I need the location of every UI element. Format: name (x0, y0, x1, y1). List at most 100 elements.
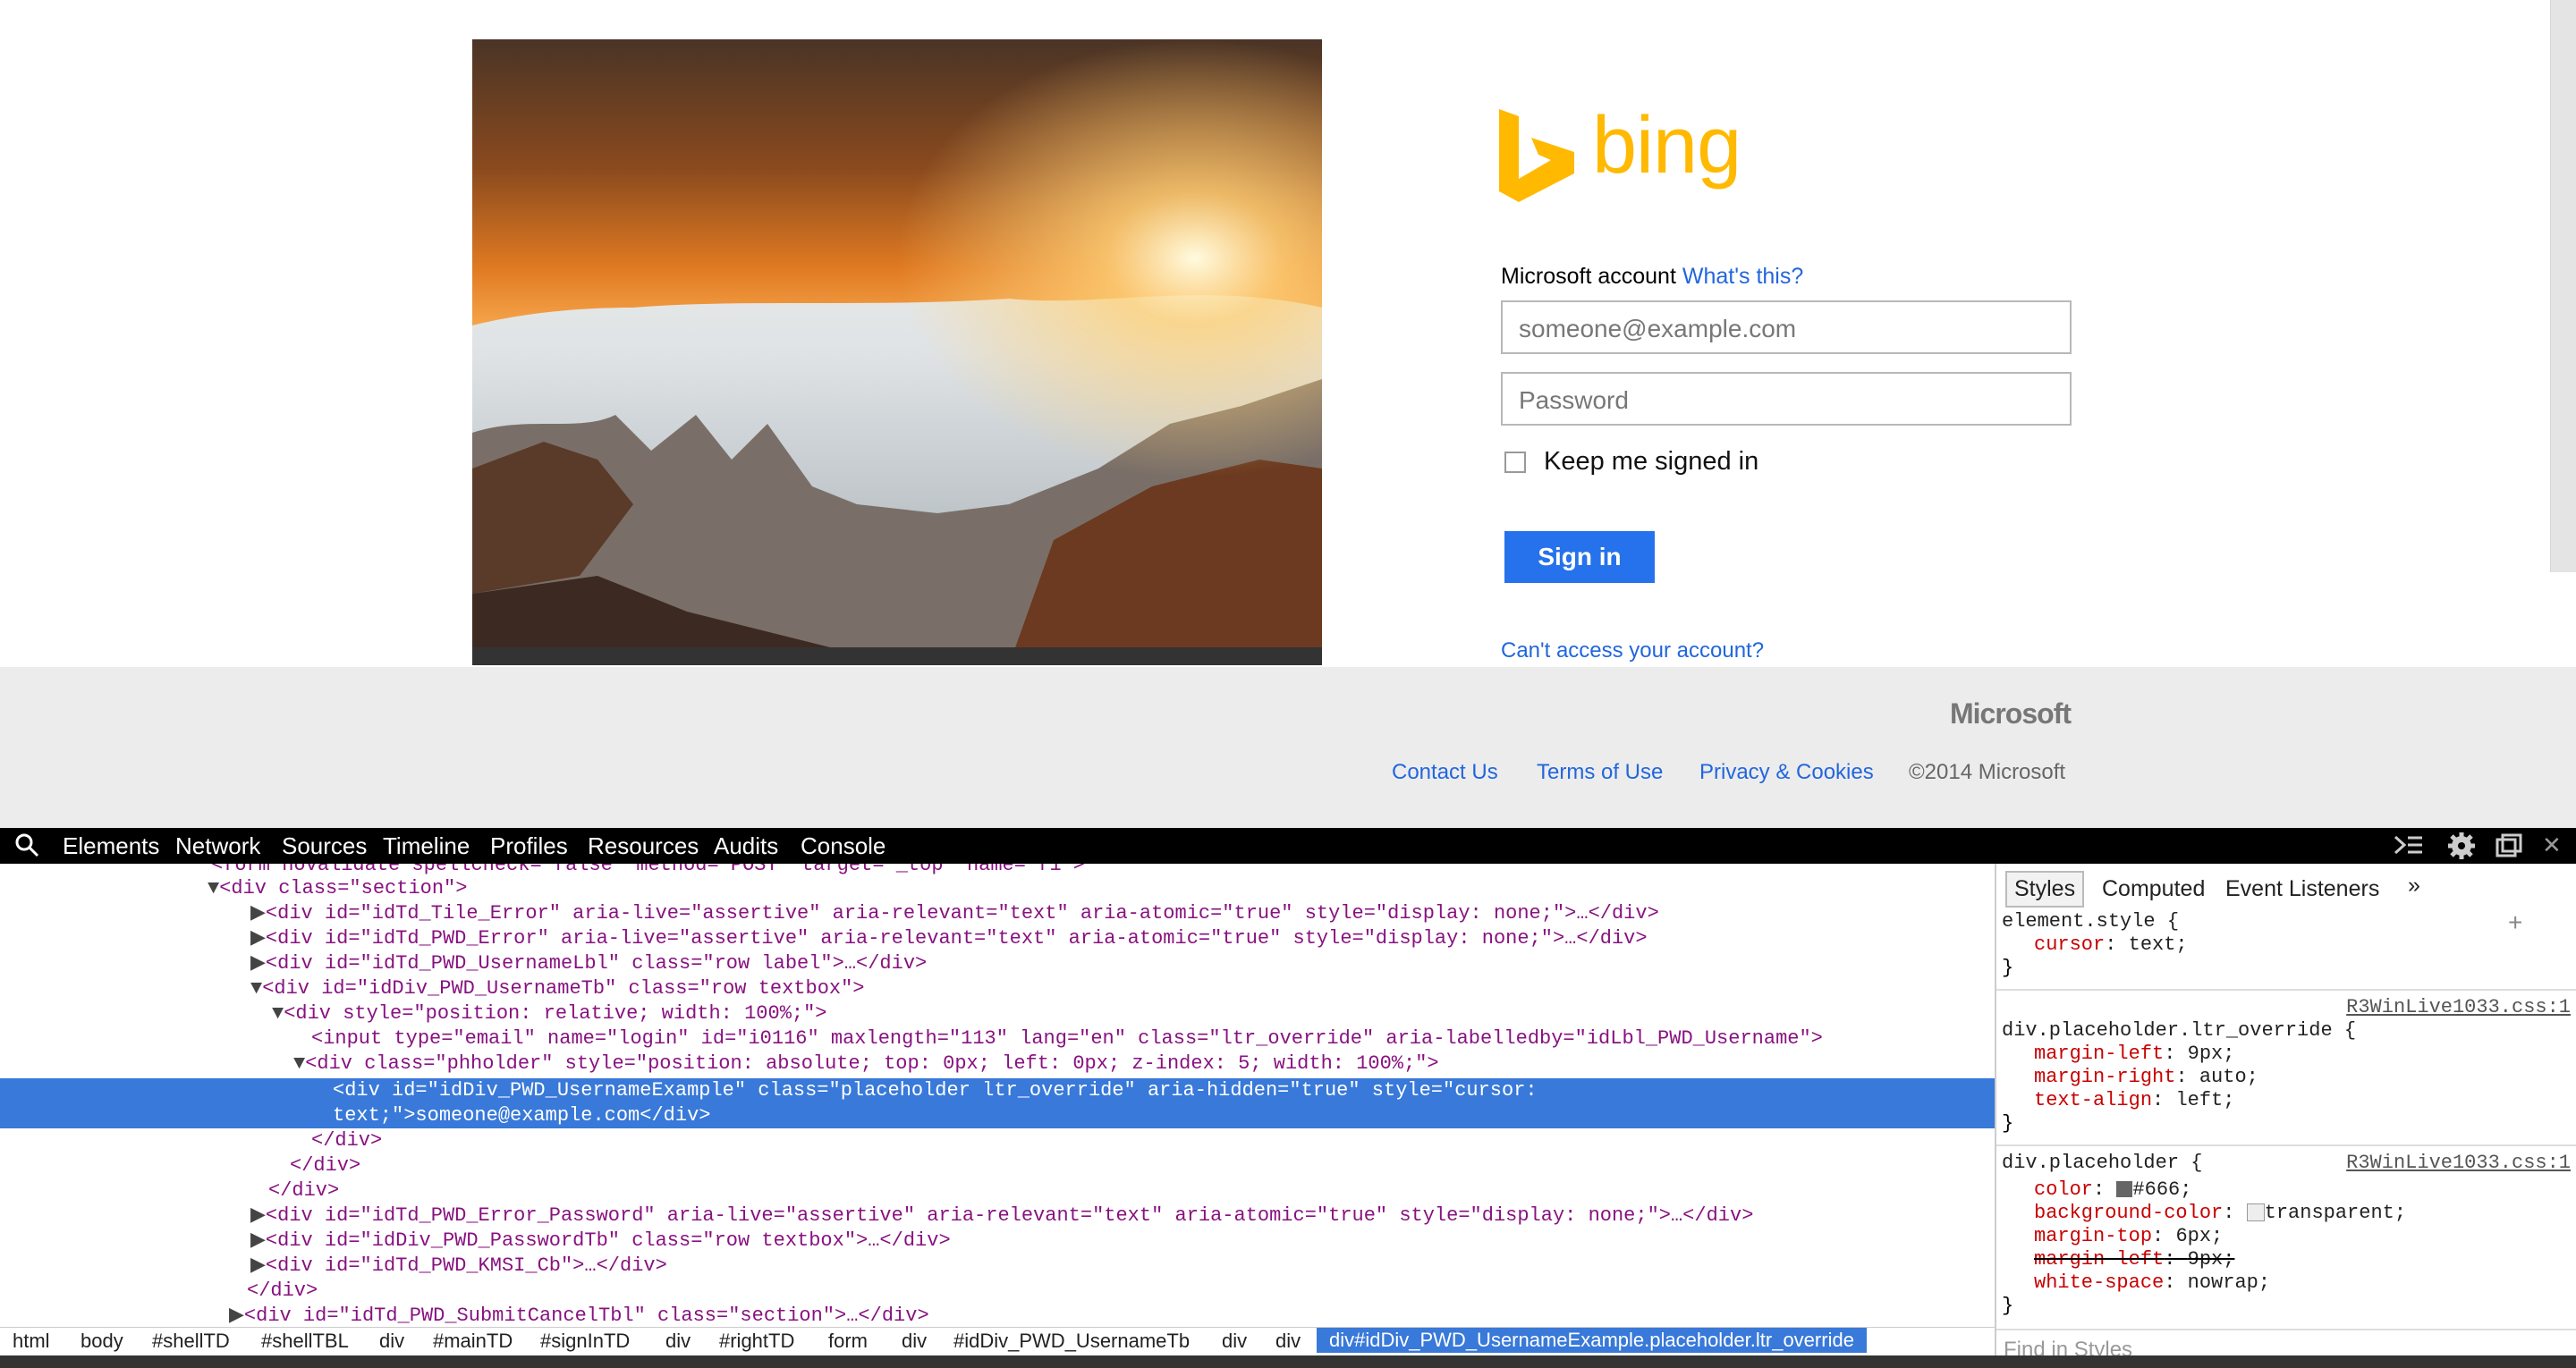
dom-line[interactable]: </div> (311, 1128, 382, 1153)
style-declaration[interactable]: text-align: left; (2034, 1089, 2234, 1111)
email-field[interactable]: someone@example.com (1501, 300, 2072, 354)
undock-icon[interactable] (2496, 833, 2522, 865)
collapse-triangle-icon[interactable]: ▼ (293, 1052, 305, 1075)
dom-line[interactable]: ▶<div id="idTd_PWD_KMSI_Cb">…</div> (250, 1254, 667, 1279)
contact-us-link[interactable]: Contact Us (1392, 760, 1498, 785)
dom-line[interactable]: </div> (268, 1178, 339, 1203)
rule-selector: div.placeholder { (2002, 1152, 2203, 1174)
expand-triangle-icon[interactable]: ▶ (250, 1204, 266, 1227)
dom-line[interactable]: ▼<div id="idDiv_PWD_UsernameTb" class="r… (250, 976, 865, 1001)
privacy-cookies-link[interactable]: Privacy & Cookies (1699, 760, 1874, 785)
crumb-html[interactable]: html (13, 1330, 50, 1353)
crumb-selected[interactable]: div#idDiv_PWD_UsernameExample.placeholde… (1317, 1328, 1867, 1353)
expand-triangle-icon[interactable]: ▶ (250, 902, 266, 925)
add-rule-icon[interactable]: + (2508, 908, 2522, 937)
dom-line[interactable]: ▶<div id="idTd_PWD_UsernameLbl" class="r… (250, 951, 927, 976)
whats-this-link[interactable]: What's this? (1682, 264, 1803, 289)
color-swatch-icon[interactable] (2116, 1181, 2133, 1198)
crumb-div[interactable]: div (665, 1330, 691, 1353)
crumb-div[interactable]: div (902, 1330, 927, 1353)
tab-styles[interactable]: Styles (2005, 871, 2085, 908)
tab-profiles[interactable]: Profiles (490, 832, 568, 860)
microsoft-brand: Microsoft (1950, 697, 2072, 730)
tab-resources[interactable]: Resources (588, 832, 699, 860)
transparent-swatch-icon[interactable] (2246, 1203, 2265, 1222)
crumb-shelltbl[interactable]: #shellTBL (261, 1330, 349, 1353)
dom-tree[interactable]: <form novalidate spellcheck="false" meth… (0, 864, 1995, 1345)
dom-line[interactable]: ▶<div id="idTd_PWD_Error_Password" aria-… (250, 1203, 1753, 1229)
keep-signed-in-checkbox[interactable] (1504, 452, 1526, 474)
dom-line[interactable]: ▶<div id="idTd_PWD_SubmitCancelTbl" clas… (229, 1304, 929, 1329)
expand-triangle-icon[interactable]: ▶ (250, 952, 266, 975)
tab-console[interactable]: Console (801, 832, 886, 860)
terms-of-use-link[interactable]: Terms of Use (1537, 760, 1663, 785)
selected-dom-line[interactable]: <div id="idDiv_PWD_UsernameExample" clas… (0, 1078, 1995, 1128)
dom-line[interactable]: </div> (247, 1279, 318, 1304)
crumb-shelltd[interactable]: #shellTD (152, 1330, 230, 1353)
hero-photo (472, 39, 1322, 665)
dom-line[interactable]: ▼<div class="section"> (208, 876, 467, 901)
crumb-div[interactable]: div (379, 1330, 404, 1353)
crumb-usernametb[interactable]: #idDiv_PWD_UsernameTb (953, 1330, 1190, 1353)
crumb-righttd[interactable]: #rightTD (719, 1330, 794, 1353)
element-style-selector: element.style { (2002, 910, 2180, 933)
rule-selector: div.placeholder.ltr_override { (2002, 1019, 2357, 1042)
crumb-signintd[interactable]: #signInTD (540, 1330, 630, 1353)
style-declaration[interactable]: color: #666; (2034, 1178, 2191, 1201)
overridden-declaration[interactable]: margin-left: 9px; (2034, 1248, 2234, 1271)
breadcrumb: html body #shellTD #shellTBL div #mainTD… (0, 1327, 1995, 1353)
footer (0, 667, 2576, 828)
dom-line[interactable]: ▶<div id="idTd_PWD_Error" aria-live="ass… (250, 926, 1648, 951)
styles-pane: Styles Computed Event Listeners » elemen… (1995, 864, 2576, 1368)
collapse-triangle-icon[interactable]: ▼ (272, 1002, 284, 1025)
style-declaration[interactable]: background-color: transparent; (2034, 1202, 2406, 1224)
cant-access-link[interactable]: Can't access your account? (1501, 638, 1764, 663)
tab-network[interactable]: Network (175, 832, 260, 860)
dom-line[interactable]: ▼<div style="position: relative; width: … (272, 1001, 827, 1026)
expand-triangle-icon[interactable]: ▶ (250, 1229, 266, 1252)
tab-audits[interactable]: Audits (714, 832, 778, 860)
crumb-maintd[interactable]: #mainTD (433, 1330, 513, 1353)
password-field[interactable]: Password (1501, 372, 2072, 426)
tab-computed[interactable]: Computed (2102, 876, 2205, 902)
gear-icon[interactable] (2447, 832, 2476, 866)
copyright-text: ©2014 Microsoft (1909, 760, 2066, 784)
expand-triangle-icon[interactable]: ▶ (229, 1305, 244, 1327)
dom-line[interactable]: ▶<div id="idDiv_PWD_PasswordTb" class="r… (250, 1229, 951, 1254)
style-declaration[interactable]: margin-left: 9px; (2034, 1043, 2234, 1065)
dom-line[interactable]: ▶<div id="idTd_Tile_Error" aria-live="as… (250, 901, 1659, 926)
style-declaration[interactable]: margin-top: 6px; (2034, 1225, 2223, 1247)
crumb-body[interactable]: body (80, 1330, 123, 1353)
collapse-triangle-icon[interactable]: ▼ (208, 877, 219, 899)
tab-elements[interactable]: Elements (63, 832, 159, 860)
search-icon[interactable] (14, 832, 39, 864)
expand-triangle-icon[interactable]: ▶ (250, 927, 266, 950)
tab-sources[interactable]: Sources (282, 832, 367, 860)
more-tabs-icon[interactable]: » (2408, 873, 2420, 899)
page-scrollbar[interactable] (2550, 0, 2576, 572)
dom-line[interactable]: </div> (290, 1153, 360, 1178)
crumb-form[interactable]: form (828, 1330, 868, 1353)
style-declaration[interactable]: margin-right: auto; (2034, 1066, 2258, 1088)
close-icon[interactable]: ✕ (2542, 832, 2562, 859)
style-declaration[interactable]: white-space: nowrap; (2034, 1271, 2270, 1294)
rule-source-link[interactable]: R3WinLive1033.css:1 (2333, 1152, 2571, 1174)
rule-source-link[interactable]: R3WinLive1033.css:1 (2333, 996, 2571, 1018)
tab-event-listeners[interactable]: Event Listeners (2225, 876, 2379, 902)
bing-logo-text: bing (1592, 101, 1741, 190)
crumb-div[interactable]: div (1275, 1330, 1301, 1353)
devtools-toolbar: Elements Network Sources Timeline Profil… (0, 828, 2576, 864)
toggle-state-icon[interactable] (2537, 910, 2576, 984)
style-declaration[interactable]: cursor: text; (2034, 933, 2188, 956)
console-drawer-icon[interactable] (2394, 833, 2424, 863)
dom-line[interactable]: <input type="email" name="login" id="i01… (311, 1026, 1823, 1051)
devtools-scrollbar[interactable] (0, 1355, 2576, 1368)
crumb-div[interactable]: div (1222, 1330, 1247, 1353)
dom-line[interactable]: ▼<div class="phholder" style="position: … (293, 1051, 1439, 1077)
tab-timeline[interactable]: Timeline (383, 832, 470, 860)
account-label: Microsoft account (1501, 264, 1676, 289)
keep-signed-in-row[interactable]: Keep me signed in (1504, 447, 1758, 477)
collapse-triangle-icon[interactable]: ▼ (250, 977, 262, 1000)
expand-triangle-icon[interactable]: ▶ (250, 1254, 266, 1277)
sign-in-button[interactable]: Sign in (1504, 531, 1655, 583)
